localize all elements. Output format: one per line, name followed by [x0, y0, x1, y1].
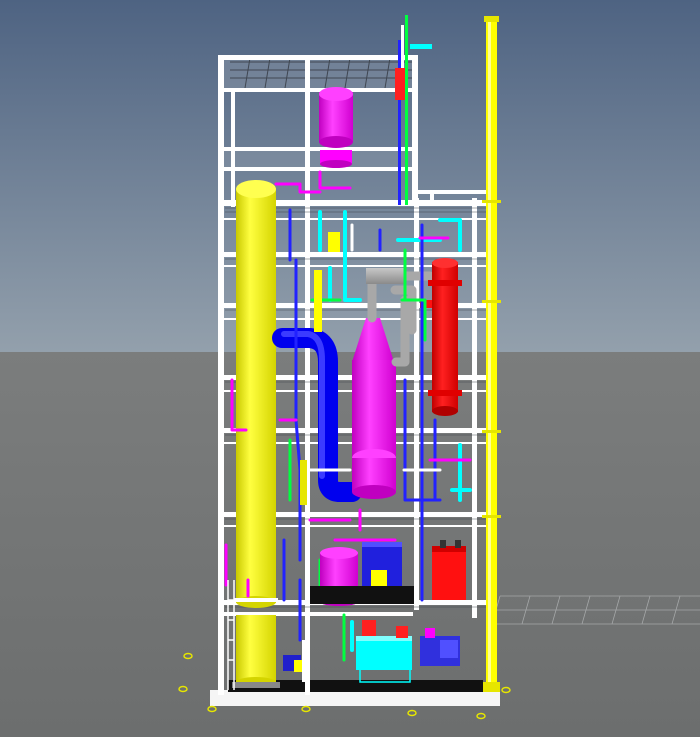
plant-3d-view: [0, 0, 700, 737]
ground: [0, 352, 700, 737]
red-cabinet: [432, 540, 466, 600]
equipment-deck: [310, 586, 414, 604]
top-vessel: [319, 87, 353, 168]
